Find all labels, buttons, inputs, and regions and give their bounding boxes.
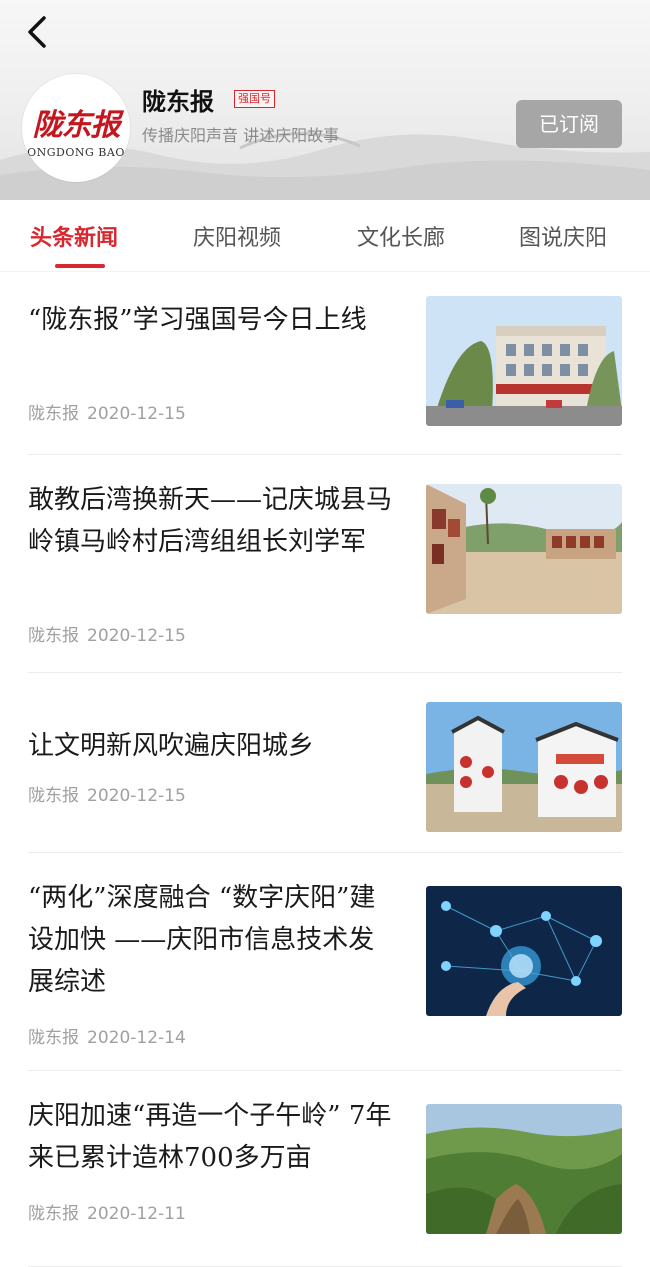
article-meta: 陇东报 2020-12-15 [28,621,186,646]
active-tab-indicator [55,264,105,268]
article-date: 2020-12-15 [87,626,186,646]
article-source: 陇东报 [28,786,79,806]
tab-culture[interactable]: 文化长廊 [357,220,445,252]
list-item[interactable]: “两化”深度融合 “数字庆阳”建设加快 ——庆阳市信息技术发展综述 陇东报 202… [0,853,650,1071]
logo-calligraphy: 陇东报 [32,108,121,143]
article-source: 陇东报 [28,1028,79,1048]
account-name: 陇东报 [142,88,214,116]
article-meta: 陇东报 2020-12-15 [28,781,186,806]
culture-walls-photo [426,702,622,832]
tab-videos[interactable]: 庆阳视频 [193,220,281,252]
list-item[interactable]: 让文明新风吹遍庆阳城乡 陇东报 2020-12-15 [0,673,650,853]
article-meta: 陇东报 2020-12-15 [28,399,186,424]
article-title: 敢教后湾换新天——记庆城县马岭镇马岭村后湾组组长刘学军 [28,485,393,557]
account-header: 陇东报 ONGDONG BAO 陇东报 强国号 传播庆阳声音 讲述庆阳故事 已订… [0,0,650,200]
village-square-photo [426,484,622,614]
list-item[interactable]: “陇东报”学习强国号今日上线 陇东报 2020-12-15 [0,275,650,455]
tab-headlines[interactable]: 头条新闻 [30,220,118,252]
article-source: 陇东报 [28,626,79,646]
list-item[interactable]: 庆阳加速“再造一个子午岭” 7年来已累计造林700多万亩 陇东报 2020-12-… [0,1071,650,1267]
chevron-left-icon [28,16,46,48]
article-title: “两化”深度融合 “数字庆阳”建设加快 ——庆阳市信息技术发展综述 [28,883,376,997]
category-tabs: 头条新闻 庆阳视频 文化长廊 图说庆阳 [0,200,650,272]
article-title: 让文明新风吹遍庆阳城乡 [28,731,315,761]
account-logo: 陇东报 ONGDONG BAO [22,74,130,182]
article-meta: 陇东报 2020-12-14 [28,1023,186,1048]
article-date: 2020-12-15 [87,404,186,424]
qiangguo-badge: 强国号 [234,90,275,108]
article-title: “陇东报”学习强国号今日上线 [28,305,367,335]
article-date: 2020-12-15 [87,786,186,806]
back-button[interactable] [20,10,60,54]
article-date: 2020-12-14 [87,1028,186,1048]
account-slogan: 传播庆阳声音 讲述庆阳故事 [142,126,340,145]
list-item[interactable]: 敢教后湾换新天——记庆城县马岭镇马岭村后湾组组长刘学军 陇东报 2020-12-1… [0,455,650,673]
office-building-photo [426,296,622,426]
forest-hills-photo [426,1104,622,1234]
digital-tech-photo [426,886,622,1016]
article-meta: 陇东报 2020-12-11 [28,1199,186,1224]
article-source: 陇东报 [28,1204,79,1224]
tab-photos[interactable]: 图说庆阳 [519,220,607,252]
article-title: 庆阳加速“再造一个子午岭” 7年来已累计造林700多万亩 [28,1101,392,1173]
article-source: 陇东报 [28,404,79,424]
subscribed-button[interactable]: 已订阅 [516,100,622,148]
logo-latin-text: ONGDONG BAO [27,146,125,159]
article-date: 2020-12-11 [87,1204,186,1224]
